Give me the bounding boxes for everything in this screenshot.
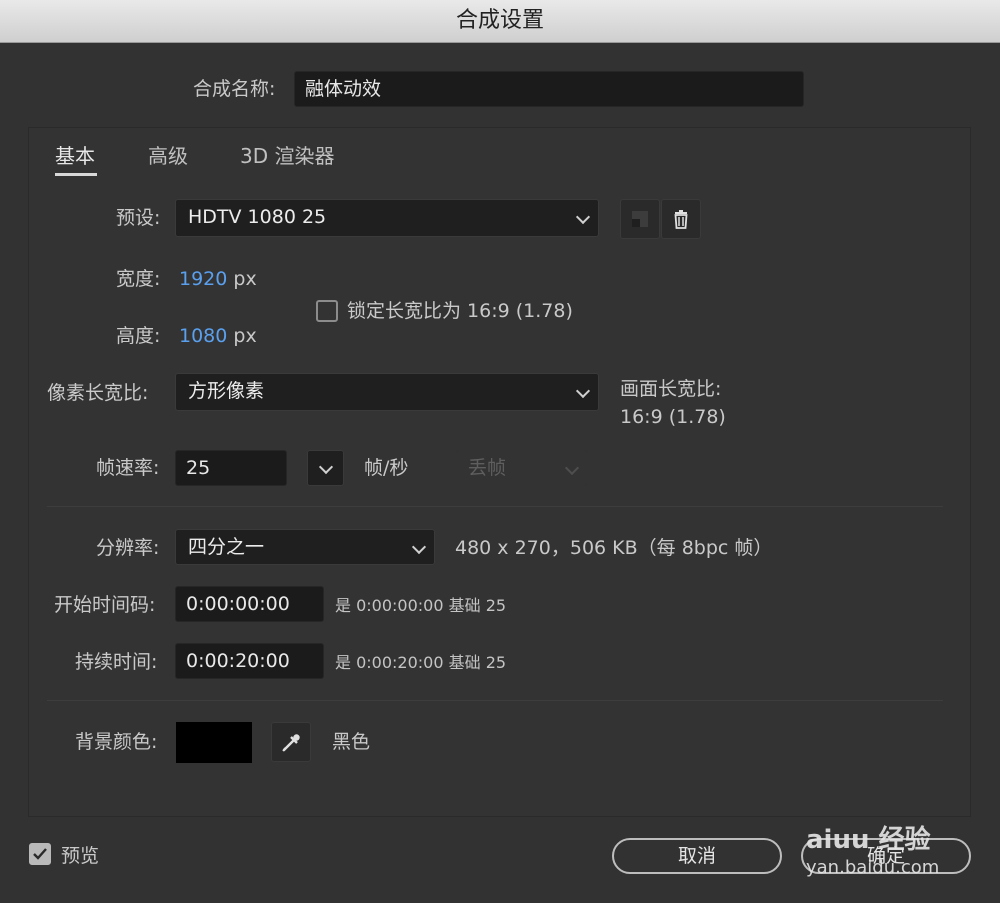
height-unit: px bbox=[233, 325, 257, 347]
background-color-label: 背景颜色: bbox=[75, 731, 158, 753]
duration-label: 持续时间: bbox=[75, 651, 158, 673]
chevron-down-icon bbox=[564, 460, 580, 476]
duration-input[interactable]: 0:00:20:00 bbox=[175, 643, 324, 679]
divider bbox=[47, 506, 943, 507]
height-value[interactable]: 1080 bbox=[179, 325, 227, 347]
width-label: 宽度: bbox=[116, 268, 161, 290]
checkmark-icon bbox=[33, 848, 47, 860]
lock-aspect-checkbox[interactable] bbox=[316, 300, 338, 322]
save-preset-button[interactable] bbox=[620, 199, 660, 239]
height-value-group: 1080 px bbox=[179, 324, 257, 348]
preset-value: HDTV 1080 25 bbox=[188, 206, 327, 228]
delete-preset-button[interactable] bbox=[661, 199, 701, 239]
resolution-select[interactable]: 四分之一 bbox=[175, 529, 435, 565]
lock-aspect-label: 锁定长宽比为 16:9 (1.78) bbox=[347, 300, 573, 322]
preview-label: 预览 bbox=[61, 845, 100, 867]
frame-rate-unit: 帧/秒 bbox=[364, 457, 409, 479]
background-color-name: 黑色 bbox=[332, 731, 371, 753]
divider bbox=[47, 700, 943, 701]
save-preset-icon bbox=[632, 211, 648, 227]
pixel-aspect-select[interactable]: 方形像素 bbox=[175, 373, 599, 411]
background-color-swatch[interactable] bbox=[176, 722, 252, 763]
start-timecode-input[interactable]: 0:00:00:00 bbox=[175, 586, 324, 622]
cancel-button[interactable]: 取消 bbox=[612, 838, 782, 874]
window-title: 合成设置 bbox=[0, 0, 1000, 43]
tab-advanced[interactable]: 高级 bbox=[148, 142, 188, 170]
width-value-group: 1920 px bbox=[179, 267, 257, 291]
width-value[interactable]: 1920 bbox=[179, 268, 227, 290]
frame-aspect-value: 16:9 (1.78) bbox=[620, 406, 726, 428]
eyedropper-button[interactable] bbox=[271, 722, 311, 762]
comp-name-label: 合成名称: bbox=[193, 78, 276, 100]
baidu-watermark-logo: aiuu 经验 bbox=[806, 825, 931, 855]
frame-aspect-label: 画面长宽比: bbox=[620, 378, 722, 400]
tab-3d-renderer[interactable]: 3D 渲染器 bbox=[240, 142, 334, 170]
resolution-value: 四分之一 bbox=[188, 536, 265, 558]
width-unit: px bbox=[233, 268, 257, 290]
comp-name-input[interactable]: 融体动效 bbox=[294, 71, 804, 107]
chevron-down-icon bbox=[575, 383, 591, 399]
tab-active-indicator bbox=[55, 173, 97, 176]
chevron-down-icon bbox=[575, 209, 591, 225]
frame-rate-input[interactable]: 25 bbox=[175, 450, 287, 486]
preset-select[interactable]: HDTV 1080 25 bbox=[175, 199, 599, 237]
baidu-watermark-url: yan.baidu.com bbox=[806, 857, 940, 878]
drop-frame-value: 丢帧 bbox=[468, 457, 507, 479]
tab-basic[interactable]: 基本 bbox=[55, 142, 95, 170]
height-label: 高度: bbox=[116, 325, 161, 347]
preset-label: 预设: bbox=[116, 207, 161, 229]
drop-frame-select: 丢帧 bbox=[455, 450, 588, 486]
preview-checkbox[interactable] bbox=[29, 843, 51, 865]
pixel-aspect-value: 方形像素 bbox=[188, 380, 265, 402]
resolution-info: 480 x 270，506 KB（每 8bpc 帧） bbox=[455, 537, 773, 559]
pixel-aspect-label: 像素长宽比: bbox=[47, 382, 149, 404]
start-timecode-label: 开始时间码: bbox=[54, 594, 156, 616]
chevron-down-icon bbox=[411, 539, 427, 555]
duration-info: 是 0:00:20:00 基础 25 bbox=[335, 653, 507, 672]
resolution-label: 分辨率: bbox=[96, 537, 160, 559]
start-timecode-info: 是 0:00:00:00 基础 25 bbox=[335, 596, 507, 615]
trash-icon bbox=[674, 210, 688, 229]
composition-settings-dialog: 合成设置 合成名称: 融体动效 基本 高级 3D 渲染器 预设: HDTV 10… bbox=[0, 0, 1000, 903]
eyedropper-icon bbox=[282, 734, 300, 752]
chevron-down-icon bbox=[318, 459, 334, 475]
frame-rate-dropdown[interactable] bbox=[307, 450, 344, 486]
frame-rate-label: 帧速率: bbox=[96, 457, 160, 479]
